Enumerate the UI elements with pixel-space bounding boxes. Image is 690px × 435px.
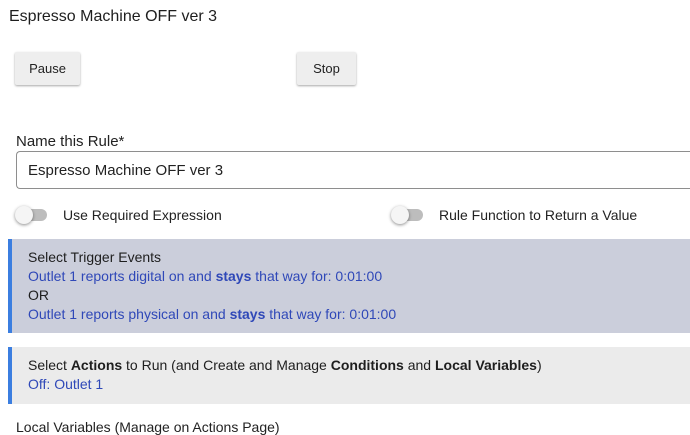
actions-panel[interactable]: Select Actions to Run (and Create and Ma… [8, 347, 690, 404]
local-variables-heading: Local Variables (Manage on Actions Page) [16, 419, 280, 435]
page-title: Espresso Machine OFF ver 3 [9, 8, 218, 25]
stop-button[interactable]: Stop [297, 52, 356, 85]
local-variables-note: (Manage on Actions Page) [110, 419, 280, 435]
actions-heading: Select Actions to Run (and Create and Ma… [28, 357, 542, 373]
toggle-knob [391, 206, 409, 224]
required-expression-toggle[interactable] [15, 206, 49, 224]
actions-heading-keyword: Local Variables [434, 357, 537, 373]
trigger-events-heading: Select Trigger Events [28, 249, 162, 265]
rule-name-label: Name this Rule* [16, 133, 125, 150]
trigger-event-keyword: stays [215, 268, 252, 284]
toggle-knob [15, 206, 33, 224]
pause-button[interactable]: Pause [15, 52, 80, 85]
rule-function-toggle[interactable] [391, 206, 425, 224]
actions-heading-keyword: Conditions [330, 357, 404, 373]
actions-heading-text: Select [28, 357, 71, 373]
trigger-event-text: Outlet 1 reports digital on and [28, 268, 216, 284]
actions-heading-text: to Run (and Create and Manage [122, 357, 331, 373]
trigger-event-text: Outlet 1 reports physical on and [28, 306, 230, 322]
trigger-event-item: Outlet 1 reports digital on and stays th… [28, 268, 382, 284]
required-expression-label: Use Required Expression [63, 207, 222, 223]
trigger-or-separator: OR [28, 287, 49, 303]
actions-heading-keyword: Actions [70, 357, 123, 373]
actions-summary: Off: Outlet 1 [28, 376, 104, 392]
trigger-event-keyword: stays [229, 306, 266, 322]
trigger-event-duration: that way for: 0:01:00 [265, 306, 397, 322]
actions-heading-text: and [403, 357, 435, 373]
trigger-event-duration: that way for: 0:01:00 [251, 268, 383, 284]
rule-name-input[interactable] [16, 151, 690, 189]
local-variables-title: Local Variables [16, 419, 111, 435]
trigger-event-item: Outlet 1 reports physical on and stays t… [28, 306, 396, 322]
trigger-events-panel[interactable]: Select Trigger Events Outlet 1 reports d… [8, 239, 690, 333]
actions-heading-text: ) [536, 357, 542, 373]
rule-function-label: Rule Function to Return a Value [439, 207, 638, 223]
